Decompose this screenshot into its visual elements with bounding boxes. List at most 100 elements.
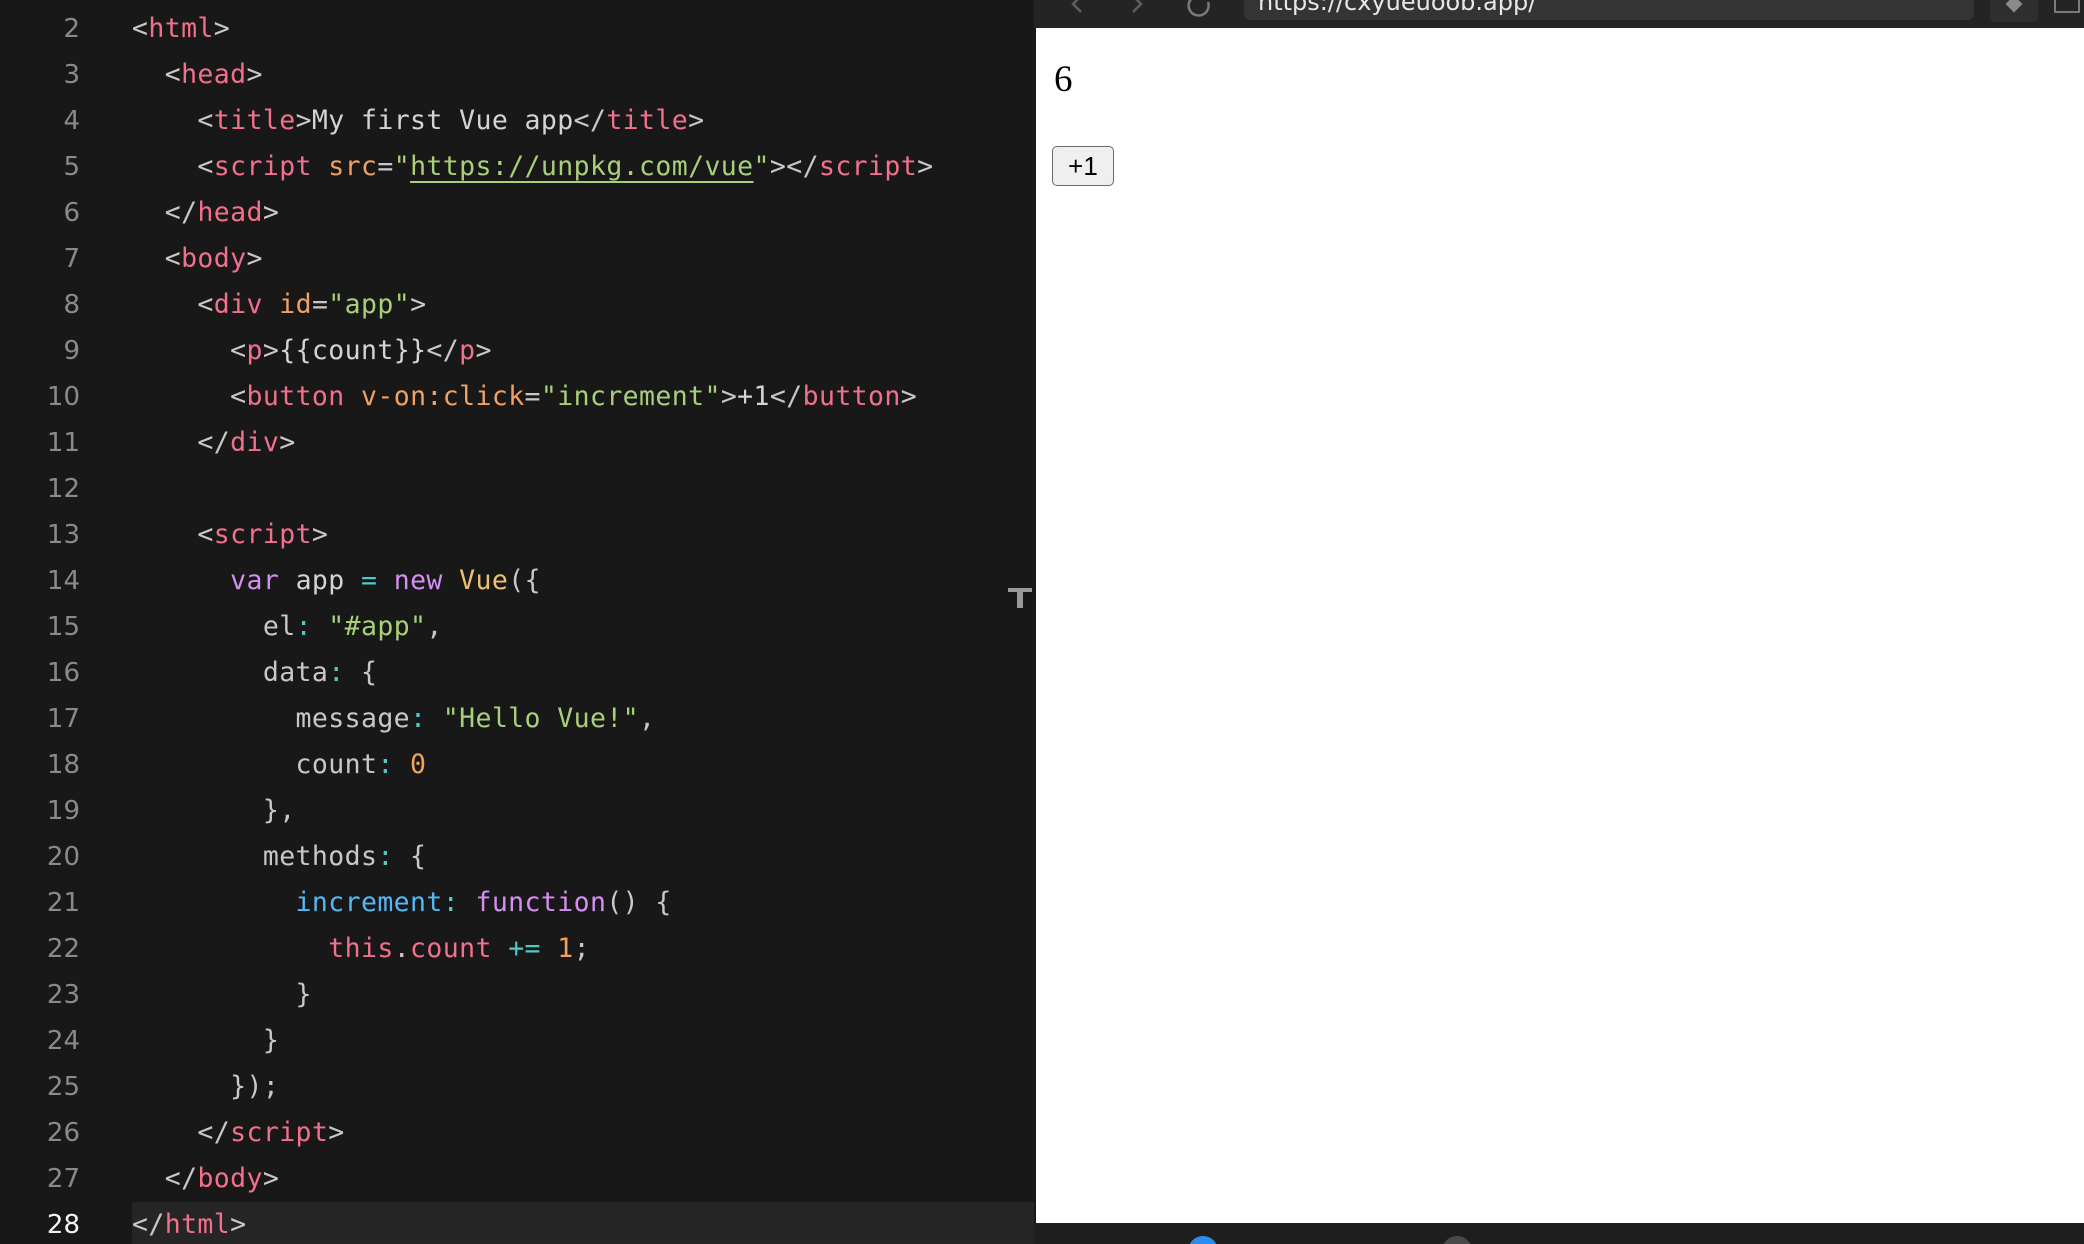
code-token: "#app" — [328, 611, 427, 642]
line-number: 11 — [46, 428, 80, 458]
code-token: > — [262, 197, 280, 228]
count-display: 6 — [1054, 59, 1073, 100]
code-line[interactable]: 17 message: "Hello Vue!", — [0, 696, 1034, 742]
code-token: > — [328, 1117, 345, 1148]
extension-icon[interactable] — [1990, 0, 2038, 22]
code-token: > — [279, 427, 296, 458]
code-line[interactable]: 25 }); — [0, 1064, 1034, 1110]
code-token: p — [246, 335, 263, 366]
code-token: : — [295, 611, 312, 642]
code-line[interactable]: 4 <title>My first Vue app</title> — [0, 98, 1034, 144]
code-line[interactable]: 10 <button v-on:click="increment">+1</bu… — [0, 374, 1034, 420]
code-token: html — [164, 1209, 231, 1240]
code-line[interactable]: 27 </body> — [0, 1156, 1034, 1202]
code-line[interactable]: 26 </script> — [0, 1110, 1034, 1156]
code-token: }, — [262, 795, 296, 826]
forward-arrow-icon[interactable] — [1122, 0, 1152, 22]
line-number: 12 — [46, 474, 80, 504]
code-line[interactable]: 19 }, — [0, 788, 1034, 834]
line-number: 10 — [46, 382, 80, 412]
code-token: My first Vue app — [311, 105, 574, 136]
code-token: Vue — [459, 565, 509, 596]
code-line[interactable]: 16 data: { — [0, 650, 1034, 696]
code-token: > — [262, 1163, 280, 1194]
code-token: </ — [197, 1117, 231, 1148]
code-token: < — [164, 59, 182, 90]
code-token: : — [377, 749, 394, 780]
code-text: <script src="https://unpkg.com/vue"></sc… — [132, 148, 933, 186]
code-line[interactable]: 9 <p>{{count}}</p> — [0, 328, 1034, 374]
code-token: </ — [769, 381, 803, 412]
code-line[interactable]: 24 } — [0, 1018, 1034, 1064]
code-token: button — [246, 381, 345, 412]
code-line[interactable]: 3 <head> — [0, 52, 1034, 98]
code-token: "increment" — [540, 381, 721, 412]
code-line[interactable]: 2 <html> — [0, 6, 1034, 52]
code-token: ({ — [508, 565, 541, 596]
code-line[interactable]: 12 — [0, 466, 1034, 512]
address-bar[interactable]: https://cxyueuoob.app/ — [1244, 0, 1974, 20]
line-number: 4 — [63, 106, 80, 136]
code-token: < — [164, 243, 182, 274]
back-arrow-icon[interactable] — [1062, 0, 1092, 22]
code-line[interactable]: 14 var app = new Vue({ — [0, 558, 1034, 604]
line-number: 8 — [63, 290, 80, 320]
line-number: 23 — [46, 980, 80, 1010]
code-editor[interactable]: 2 <html> 3 <head> 4 <title>My first Vue app… — [0, 0, 1034, 1244]
code-token: < — [197, 105, 214, 136]
code-line[interactable]: 8 <div id="app"> — [0, 282, 1034, 328]
code-line[interactable]: 11 </div> — [0, 420, 1034, 466]
code-line[interactable]: 7 <body> — [0, 236, 1034, 282]
code-token: {{count}} — [279, 335, 427, 366]
code-text: <body> — [132, 240, 263, 278]
code-token: increment — [295, 887, 443, 918]
code-token: +1 — [737, 381, 770, 412]
reload-icon[interactable] — [1184, 0, 1214, 22]
code-line[interactable]: 6 </head> — [0, 190, 1034, 236]
code-text: </script> — [132, 1114, 345, 1152]
code-token: , — [639, 703, 656, 734]
code-token: 0 — [410, 749, 427, 780]
code-token: < — [197, 519, 214, 550]
window-icon[interactable] — [2052, 0, 2082, 22]
code-token[interactable]: https://unpkg.com/vue — [410, 151, 753, 182]
code-text: </body> — [132, 1160, 279, 1198]
code-token: </ — [164, 1163, 198, 1194]
resize-handle-icon[interactable] — [1006, 584, 1034, 612]
code-token: > — [213, 13, 231, 44]
code-token: > — [475, 335, 492, 366]
increment-button[interactable]: +1 — [1052, 146, 1114, 186]
code-line[interactable]: 23 } — [0, 972, 1034, 1018]
code-text: increment: function() { — [132, 884, 672, 922]
code-line[interactable]: 15 el: "#app", — [0, 604, 1034, 650]
code-line[interactable]: 28 </html> — [0, 1202, 1034, 1244]
code-token: < — [197, 289, 214, 320]
line-number: 27 — [46, 1164, 80, 1194]
code-token: </ — [426, 335, 460, 366]
code-token: message — [295, 703, 411, 734]
code-line[interactable]: 20 methods: { — [0, 834, 1034, 880]
code-line[interactable]: 21 increment: function() { — [0, 880, 1034, 926]
code-text: } — [132, 1022, 279, 1060]
code-line[interactable]: 22 this.count += 1; — [0, 926, 1034, 972]
code-line[interactable]: 18 count: 0 — [0, 742, 1034, 788]
code-token: var — [230, 565, 280, 596]
code-line[interactable]: 13 <script> — [0, 512, 1034, 558]
code-token: methods — [262, 841, 378, 872]
line-number: 2 — [63, 14, 80, 44]
line-number: 20 — [46, 842, 80, 872]
code-line[interactable]: 5 <script src="https://unpkg.com/vue"></… — [0, 144, 1034, 190]
